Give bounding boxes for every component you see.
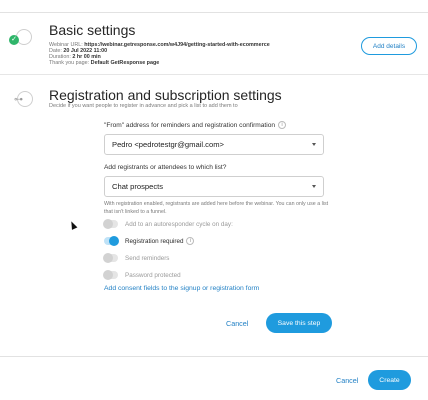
registration-subtitle: Decide if you want people to register in…	[49, 103, 238, 109]
save-step-button[interactable]: Save this step	[266, 313, 332, 333]
chevron-down-icon	[312, 143, 316, 146]
from-address-label: "From" address for reminders and registr…	[104, 121, 287, 129]
footer-divider	[0, 356, 428, 357]
step-cancel-link[interactable]: Cancel	[226, 319, 248, 328]
registration-required-toggle-label: Registration required	[125, 237, 184, 245]
password-protected-toggle-label: Password protected	[125, 271, 181, 279]
top-divider	[0, 12, 428, 13]
password-protected-toggle-row[interactable]: Password protected	[103, 270, 181, 280]
list-help-text: With registration enabled, registrants a…	[104, 201, 329, 215]
check-circle-icon: ✓	[9, 35, 19, 45]
info-icon[interactable]: i	[186, 237, 195, 245]
chevron-down-icon	[312, 185, 316, 188]
info-icon[interactable]: i	[278, 121, 287, 129]
thank-you-value: Default GetResponse page	[90, 60, 160, 66]
list-select[interactable]: Chat prospects	[104, 176, 324, 197]
section-divider	[0, 74, 428, 75]
registration-required-toggle[interactable]	[104, 236, 119, 246]
autoresponder-toggle[interactable]	[103, 219, 118, 229]
autoresponder-toggle-row[interactable]: Add to an autoresponder cycle on day:	[103, 219, 233, 229]
send-reminders-toggle[interactable]	[103, 253, 118, 263]
add-details-button[interactable]: Add details	[361, 37, 417, 55]
from-address-value: Pedro <pedrotestgr@gmail.com>	[112, 140, 224, 149]
webinar-url-value: https://webinar.getresponse.com/w4J94/ge…	[84, 42, 270, 48]
list-value: Chat prospects	[112, 182, 164, 191]
list-label: Add registrants or attendees to which li…	[104, 164, 227, 171]
footer-cancel-link[interactable]: Cancel	[336, 376, 358, 385]
registration-title: Registration and subscription settings	[49, 87, 282, 103]
basic-settings-title: Basic settings	[49, 22, 136, 38]
consent-fields-link[interactable]: Add consent fields to the signup or regi…	[104, 285, 259, 292]
registration-required-toggle-row[interactable]: Registration required i	[104, 236, 195, 246]
password-protected-toggle[interactable]	[103, 270, 118, 280]
key-icon: ⊶	[14, 94, 23, 104]
mouse-cursor-icon	[68, 220, 78, 230]
send-reminders-toggle-row[interactable]: Send reminders	[103, 253, 170, 263]
autoresponder-toggle-label: Add to an autoresponder cycle on day:	[125, 220, 233, 228]
create-button[interactable]: Create	[368, 370, 411, 390]
thank-you-line: Thank you page: Default GetResponse page	[49, 60, 160, 66]
from-address-select[interactable]: Pedro <pedrotestgr@gmail.com>	[104, 134, 324, 155]
send-reminders-toggle-label: Send reminders	[125, 254, 170, 262]
